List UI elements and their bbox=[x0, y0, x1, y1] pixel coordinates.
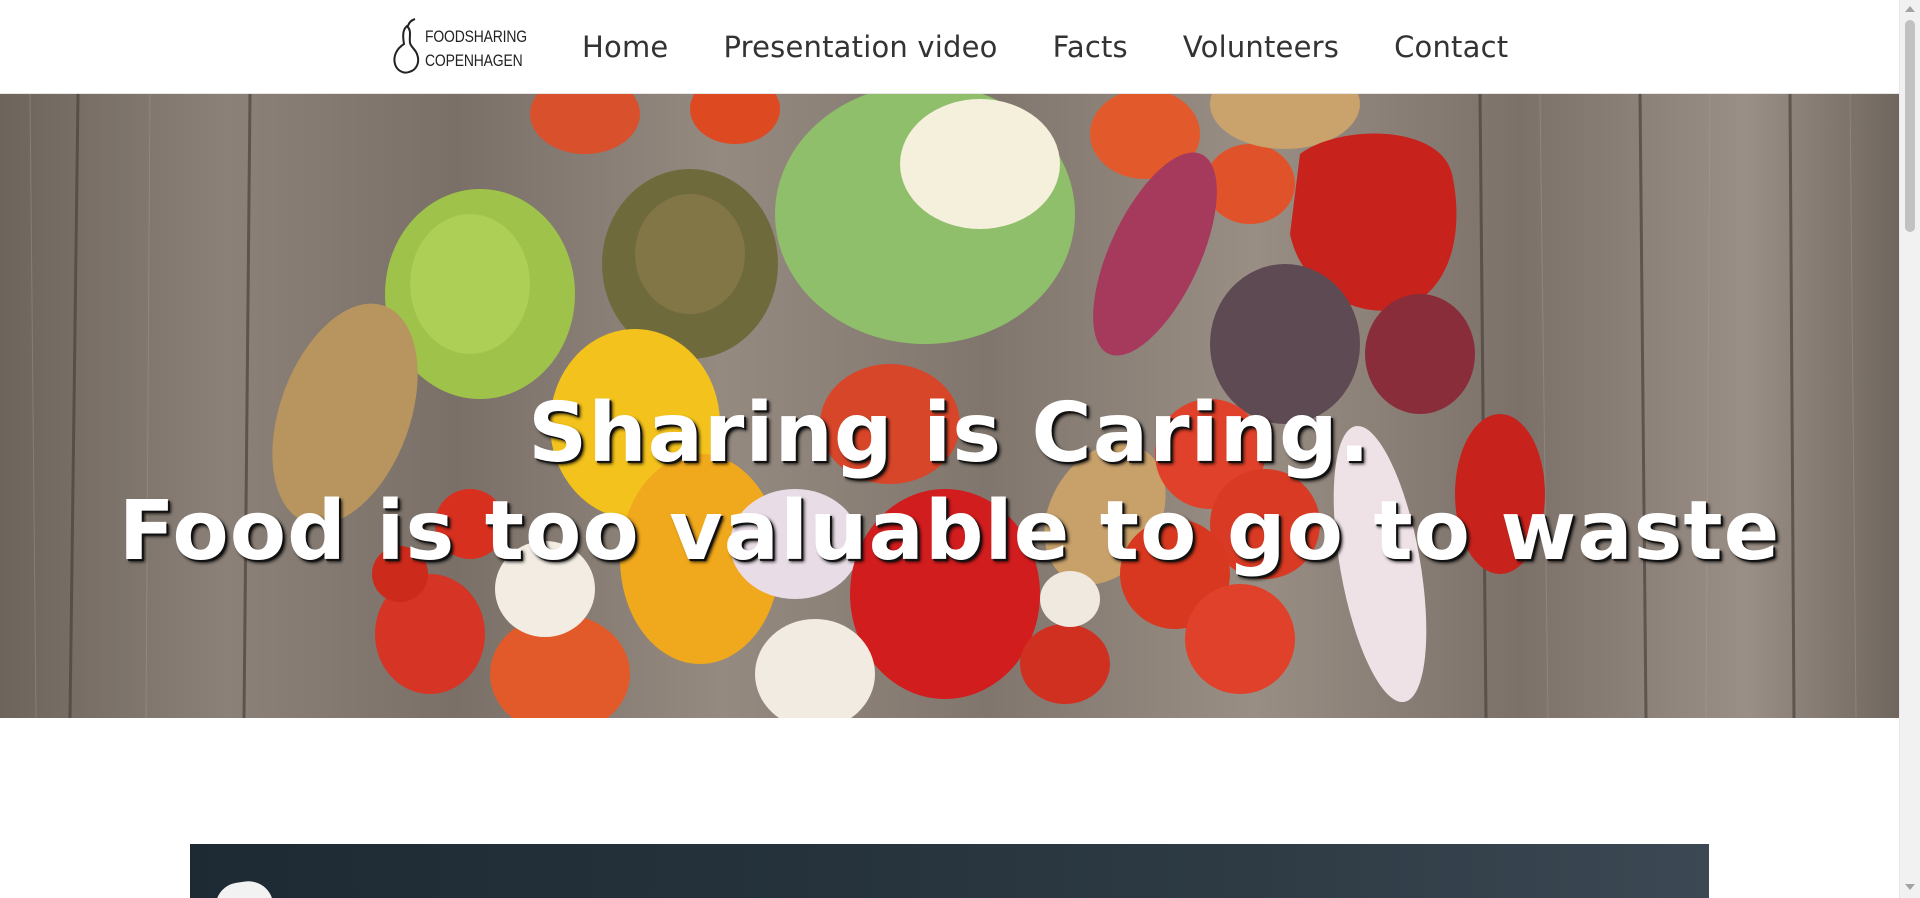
hero-banner: Sharing is Caring. Food is too valuable … bbox=[0, 94, 1899, 718]
hero-headline: Sharing is Caring. Food is too valuable … bbox=[0, 385, 1899, 581]
pear-icon bbox=[393, 18, 420, 74]
logo-line-1: FOODSHARING bbox=[425, 27, 527, 46]
site-logo[interactable]: FOODSHARING COPENHAGEN bbox=[390, 16, 527, 78]
section-graphic bbox=[212, 878, 274, 898]
nav-link-volunteers[interactable]: Volunteers bbox=[1183, 30, 1339, 64]
scroll-down-arrow-icon[interactable] bbox=[1905, 884, 1915, 890]
logo-line-2: COPENHAGEN bbox=[425, 51, 523, 70]
video-section-preview bbox=[190, 844, 1709, 898]
logo-wordmark: FOODSHARING COPENHAGEN bbox=[425, 25, 527, 73]
hero-line-1: Sharing is Caring. bbox=[528, 385, 1371, 481]
nav-link-home[interactable]: Home bbox=[582, 30, 668, 64]
nav-link-presentation-video[interactable]: Presentation video bbox=[723, 30, 997, 64]
nav-link-facts[interactable]: Facts bbox=[1053, 30, 1128, 64]
hero-line-2: Food is too valuable to go to waste bbox=[118, 483, 1781, 579]
main-menu: Home Presentation video Facts Volunteers… bbox=[582, 0, 1508, 94]
top-navigation-bar: FOODSHARING COPENHAGEN Home Presentation… bbox=[0, 0, 1899, 94]
vertical-scrollbar[interactable] bbox=[1899, 0, 1920, 898]
nav-link-contact[interactable]: Contact bbox=[1394, 30, 1508, 64]
scroll-up-arrow-icon[interactable] bbox=[1905, 6, 1915, 12]
scrollbar-thumb[interactable] bbox=[1905, 20, 1915, 232]
